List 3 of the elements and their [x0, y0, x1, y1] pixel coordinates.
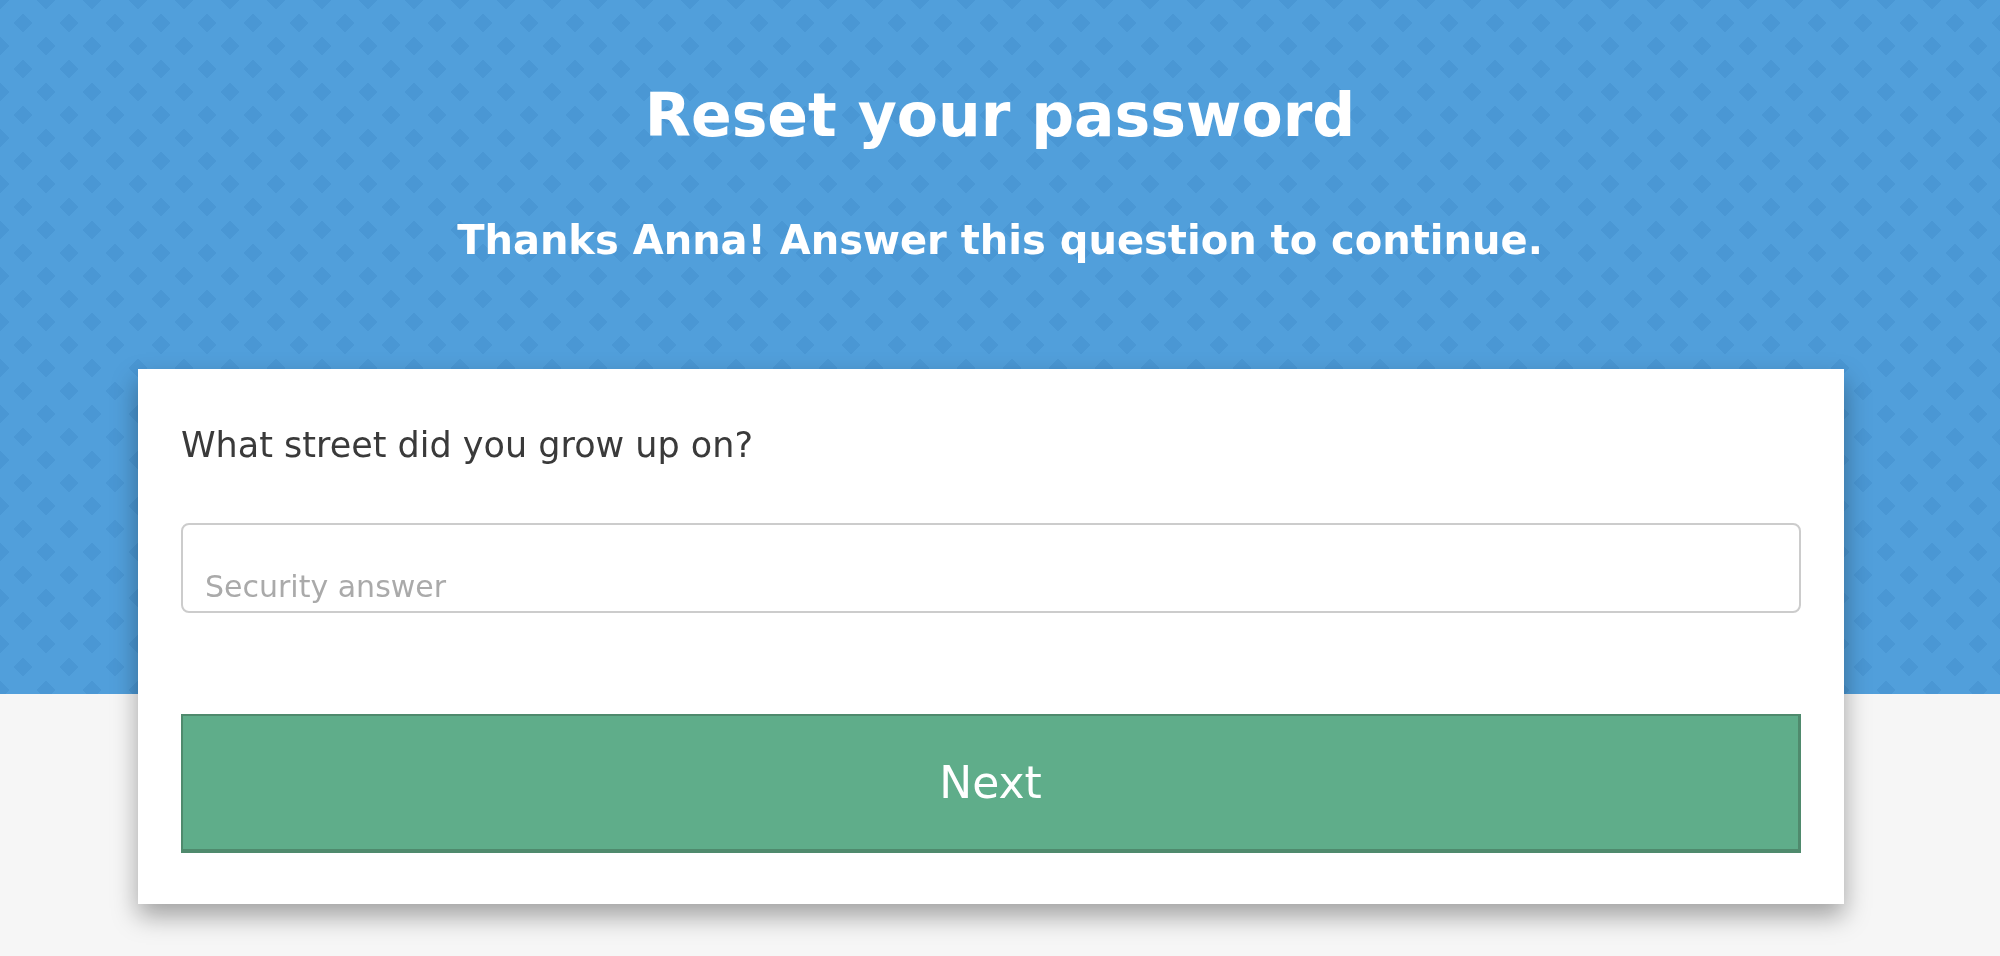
security-question: What street did you grow up on? [181, 428, 754, 463]
answer-field[interactable]: Security answer [181, 523, 1801, 613]
next-button[interactable]: Next [181, 714, 1801, 853]
